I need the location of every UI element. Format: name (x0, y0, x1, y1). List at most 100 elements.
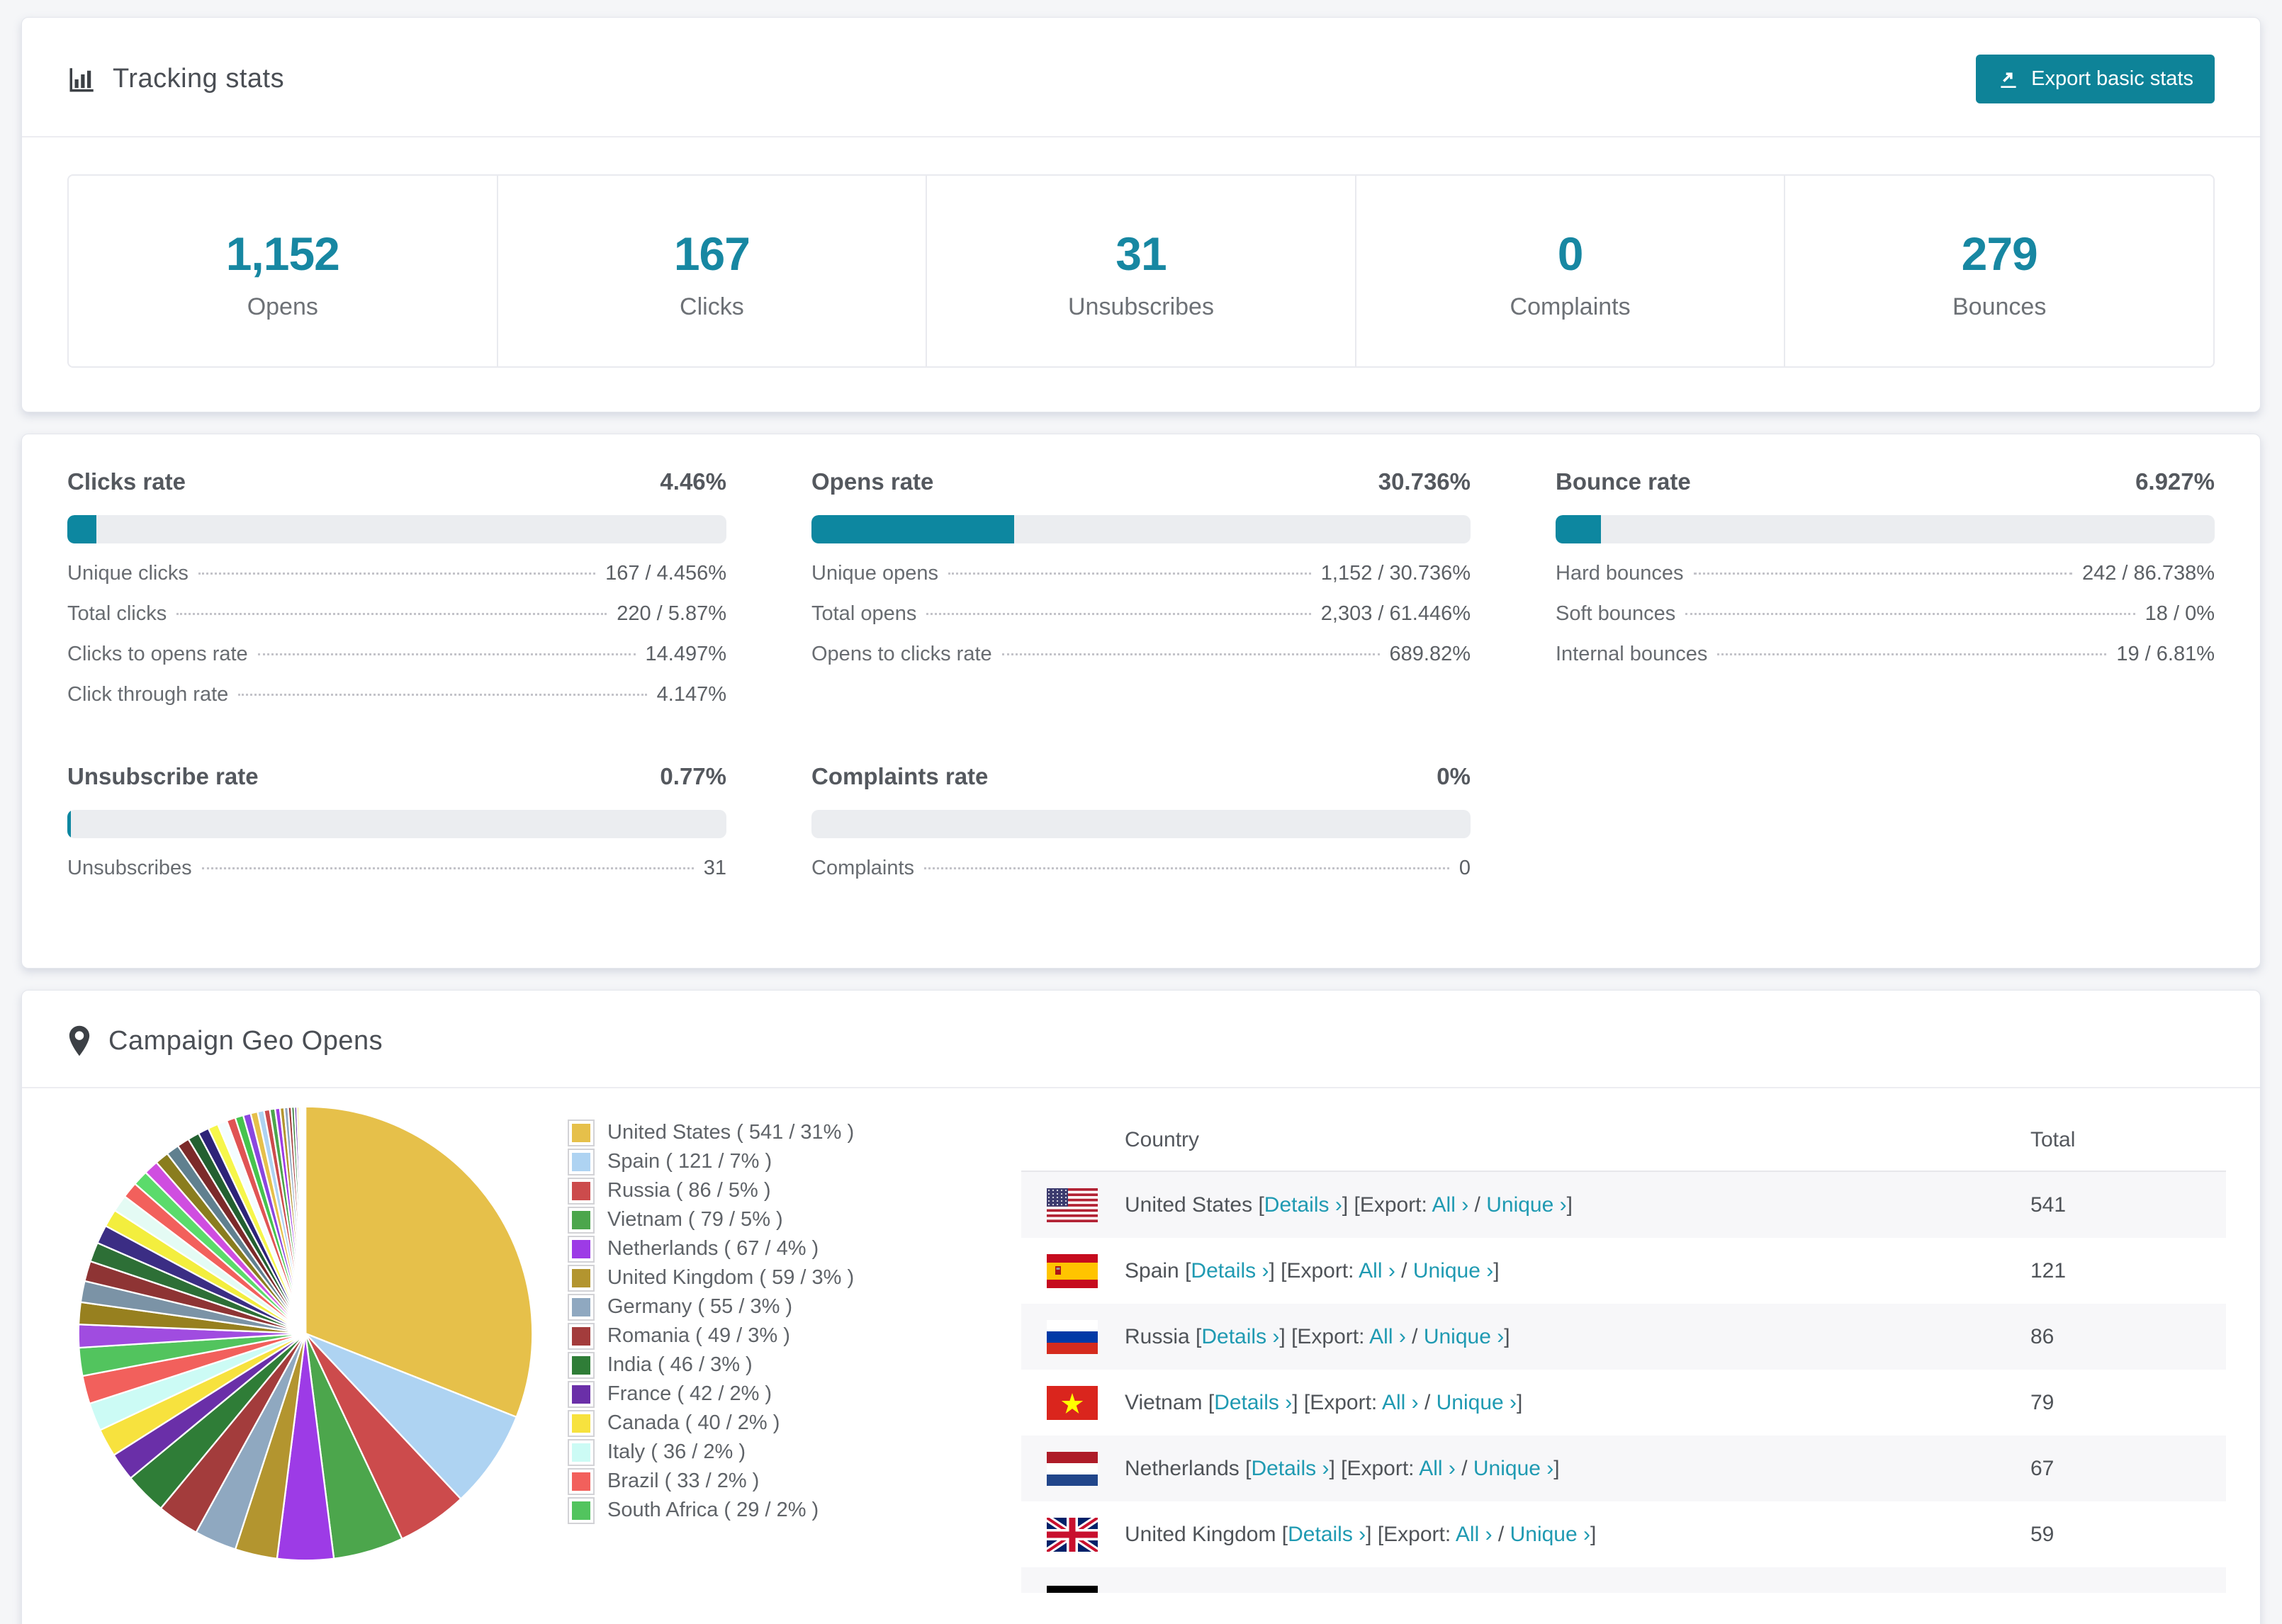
geo-title: Campaign Geo Opens (108, 1025, 383, 1056)
detail-value: 1,152 / 30.736% (1320, 562, 1471, 585)
detail-label: Hard bounces (1556, 562, 1684, 585)
dotted-leader (257, 653, 636, 655)
progress-bar-track (1556, 515, 2215, 543)
progress-bar-fill (1556, 515, 1602, 543)
country-name: United States (1125, 1192, 1253, 1217)
legend-label: Germany ( 55 / 3% ) (607, 1295, 793, 1318)
detail-row: Unsubscribes 31 (67, 857, 726, 897)
rate-block-opens-rate: Opens rate 30.736% Unique opens 1,152 / 30.… (811, 468, 1471, 723)
export-basic-stats-button[interactable]: Export basic stats (1976, 55, 2215, 103)
detail-value: 4.147% (656, 683, 726, 706)
stat-box-unsubscribes: 31 Unsubscribes (927, 176, 1356, 366)
rate-block-bounce-rate: Bounce rate 6.927% Hard bounces 242 / 86.73… (1556, 468, 2215, 723)
export-unique-link[interactable]: Unique › (1437, 1391, 1517, 1414)
legend-item: United Kingdom ( 59 / 3% ) (568, 1263, 1021, 1292)
legend-swatch (568, 1409, 595, 1437)
export-unique-link[interactable]: Unique › (1510, 1523, 1590, 1546)
dotted-leader (948, 573, 1311, 575)
column-header-country: Country (1125, 1128, 1200, 1151)
tracking-stats-header: Tracking stats Export basic stats (22, 18, 2260, 137)
progress-bar-track (67, 515, 726, 543)
details-link[interactable]: Details › (1264, 1193, 1342, 1217)
stat-box-clicks: 167 Clicks (498, 176, 928, 366)
details-link[interactable]: Details › (1201, 1325, 1279, 1348)
export-all-link[interactable]: All › (1419, 1457, 1456, 1480)
country-cell: Vietnam [Details ›] [Export: All › / Uni… (1125, 1390, 1523, 1414)
stat-value: 1,152 (225, 227, 340, 280)
export-all-link[interactable]: All › (1359, 1259, 1395, 1282)
country-name: Russia (1125, 1324, 1190, 1348)
legend-item: Germany ( 55 / 3% ) (568, 1292, 1021, 1321)
legend-swatch (568, 1119, 595, 1146)
export-all-link[interactable]: All › (1432, 1193, 1469, 1217)
nl-flag-icon (1047, 1451, 1098, 1486)
stat-label: Unsubscribes (1067, 293, 1214, 320)
details-link[interactable]: Details › (1214, 1391, 1292, 1414)
detail-row: Hard bounces 242 / 86.738% (1556, 562, 2215, 602)
legend-item: Romania ( 49 / 3% ) (568, 1321, 1021, 1350)
stat-value: 31 (1115, 227, 1167, 280)
stat-label: Clicks (680, 293, 744, 320)
table-row-united-kingdom: United Kingdom [Details ›] [Export: All … (1021, 1501, 2226, 1567)
rate-head: Unsubscribe rate 0.77% (67, 763, 726, 790)
total-cell: 86 (2030, 1324, 2055, 1348)
es-flag-icon (1047, 1253, 1098, 1288)
detail-row: Soft bounces 18 / 0% (1556, 602, 2215, 643)
dotted-leader (176, 613, 607, 615)
rate-detail-rows: Unique opens 1,152 / 30.736% Total opens 2,… (811, 562, 1471, 683)
us-flag-icon (1047, 1188, 1098, 1222)
table-row (1021, 1567, 2226, 1593)
country-name: United Kingdom (1125, 1522, 1276, 1546)
country-cell: Netherlands [Details ›] [Export: All › /… (1125, 1456, 1560, 1480)
details-link[interactable]: Details › (1288, 1523, 1366, 1546)
export-unique-link[interactable]: Unique › (1413, 1259, 1493, 1282)
detail-label: Total opens (811, 602, 917, 625)
column-header-total: Total (2030, 1128, 2076, 1151)
table-row-united-states: United States [Details ›] [Export: All ›… (1021, 1172, 2226, 1238)
rate-block-complaints-rate: Complaints rate 0% Complaints 0 (811, 763, 1471, 897)
rate-title: Opens rate (811, 468, 934, 495)
detail-value: 18 / 0% (2145, 602, 2215, 625)
total-cell: 541 (2030, 1192, 2067, 1217)
stat-value: 279 (1961, 227, 2038, 280)
total-cell: 67 (2030, 1456, 2055, 1480)
details-link[interactable]: Details › (1251, 1457, 1329, 1480)
tracking-stats-card: Tracking stats Export basic stats 1,152 O… (21, 17, 2261, 412)
country-name: Vietnam (1125, 1390, 1203, 1414)
export-unique-link[interactable]: Unique › (1486, 1193, 1566, 1217)
details-link[interactable]: Details › (1191, 1259, 1269, 1282)
rate-block-unsubscribe-rate: Unsubscribe rate 0.77% Unsubscribes 31 (67, 763, 726, 897)
detail-value: 167 / 4.456% (605, 562, 726, 585)
detail-row: Clicks to opens rate 14.497% (67, 643, 726, 683)
rate-title: Clicks rate (67, 468, 186, 495)
dotted-leader (198, 573, 596, 575)
export-all-link[interactable]: All › (1382, 1391, 1419, 1414)
vn-flag-icon (1047, 1385, 1098, 1420)
legend-label: India ( 46 / 3% ) (607, 1353, 753, 1376)
rate-head: Complaints rate 0% (811, 763, 1471, 790)
dotted-leader (1717, 653, 2107, 655)
detail-row: Unique clicks 167 / 4.456% (67, 562, 726, 602)
stat-label: Bounces (1952, 293, 2047, 320)
geo-body: United States ( 541 / 31% ) Spain ( 121 /… (22, 1088, 2260, 1593)
rate-value: 30.736% (1378, 468, 1471, 495)
export-unique-link[interactable]: Unique › (1424, 1325, 1504, 1348)
geo-table-header-row: Country Total (1021, 1110, 2226, 1172)
detail-value: 19 / 6.81% (2116, 643, 2215, 665)
detail-value: 242 / 86.738% (2081, 562, 2215, 585)
pie-legend: United States ( 541 / 31% ) Spain ( 121 /… (568, 1118, 1021, 1525)
legend-label: Vietnam ( 79 / 5% ) (607, 1208, 783, 1231)
export-unique-link[interactable]: Unique › (1473, 1457, 1553, 1480)
legend-item: Italy ( 36 / 2% ) (568, 1438, 1021, 1467)
export-all-link[interactable]: All › (1369, 1325, 1406, 1348)
country-name: Spain (1125, 1258, 1179, 1282)
legend-label: France ( 42 / 2% ) (607, 1382, 772, 1405)
geo-pie-chart (72, 1100, 568, 1571)
export-all-link[interactable]: All › (1456, 1523, 1493, 1546)
table-row-netherlands: Netherlands [Details ›] [Export: All › /… (1021, 1436, 2226, 1501)
legend-label: Brazil ( 33 / 2% ) (607, 1470, 760, 1492)
country-cell: Spain [Details ›] [Export: All › / Uniqu… (1125, 1258, 1500, 1282)
progress-bar-fill (811, 515, 1014, 543)
campaign-geo-opens-card: Campaign Geo Opens United States ( 541 /… (21, 990, 2261, 1624)
stat-value: 167 (673, 227, 751, 280)
